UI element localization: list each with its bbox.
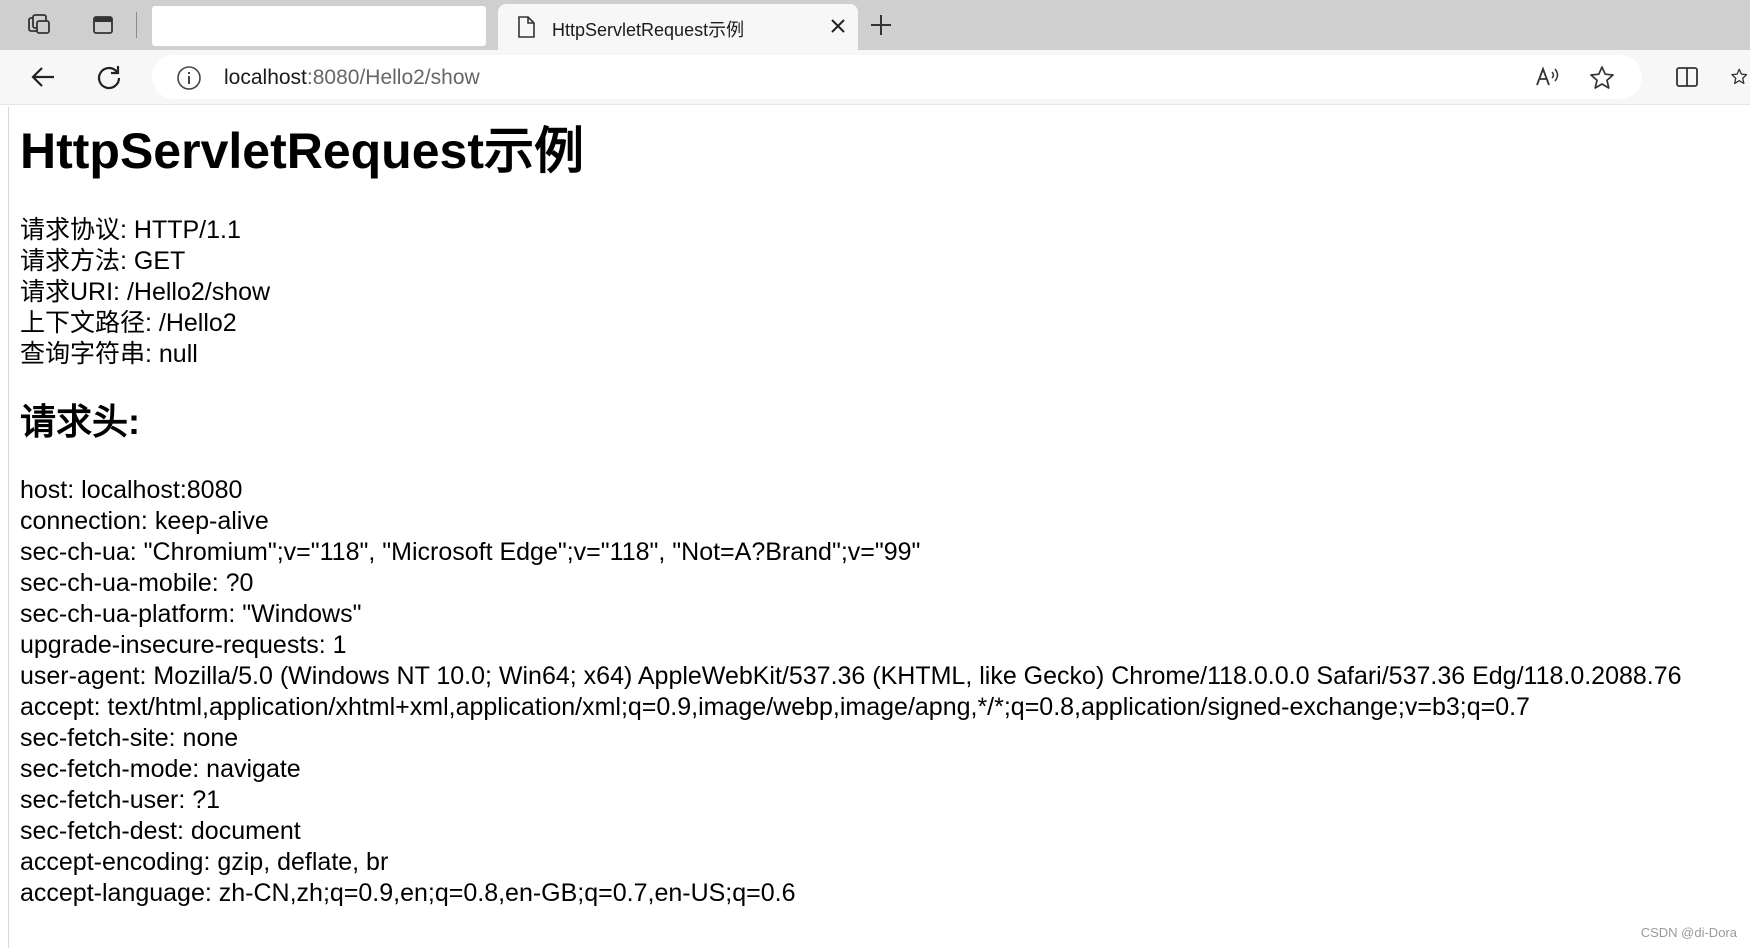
request-headers: host: localhost:8080 connection: keep-al… xyxy=(20,475,1740,909)
toolbar: localhost:8080/Hello2/show xyxy=(0,50,1750,105)
split-screen-icon[interactable] xyxy=(1672,62,1702,92)
header-line: sec-fetch-dest: document xyxy=(20,817,301,846)
info-line: 请求协议: HTTP/1.1 xyxy=(20,216,241,244)
request-info: 请求协议: HTTP/1.1 请求方法: GET 请求URI: /Hello2/… xyxy=(20,215,1740,370)
page-viewport: HttpServletRequest示例 请求协议: HTTP/1.1 请求方法… xyxy=(8,107,1750,948)
info-line: 查询字符串: null xyxy=(20,340,198,368)
tab-strip: HttpServletRequest示例 xyxy=(0,0,1750,50)
url-host: localhost xyxy=(224,66,307,89)
info-line: 请求URI: /Hello2/show xyxy=(20,278,271,306)
blank-tab[interactable] xyxy=(152,6,486,46)
header-line: sec-fetch-site: none xyxy=(20,724,239,753)
header-line: sec-fetch-user: ?1 xyxy=(20,786,221,815)
page-heading: HttpServletRequest示例 xyxy=(20,123,584,179)
close-tab-icon[interactable] xyxy=(826,14,850,38)
info-line: 上下文路径: /Hello2 xyxy=(20,309,237,337)
header-line: accept-language: zh-CN,zh;q=0.9,en;q=0.8… xyxy=(20,879,796,908)
watermark: CSDN @di-Dora xyxy=(1640,925,1737,940)
favorite-star-icon[interactable] xyxy=(1588,64,1616,92)
header-line: upgrade-insecure-requests: 1 xyxy=(20,631,347,660)
page-content: HttpServletRequest示例 请求协议: HTTP/1.1 请求方法… xyxy=(20,107,1740,909)
header-line: host: localhost:8080 xyxy=(20,476,243,505)
refresh-icon[interactable] xyxy=(94,62,124,92)
header-line: accept: text/html,application/xhtml+xml,… xyxy=(20,693,1530,722)
back-icon[interactable] xyxy=(28,62,58,92)
page-icon xyxy=(516,16,536,38)
tab-separator xyxy=(136,12,137,38)
address-bar[interactable]: localhost:8080/Hello2/show xyxy=(152,55,1642,99)
tab-title: HttpServletRequest示例 xyxy=(552,20,745,40)
new-tab-icon[interactable] xyxy=(866,10,896,40)
header-line: connection: keep-alive xyxy=(20,507,269,536)
favorites-icon[interactable] xyxy=(1730,62,1750,92)
header-line: sec-ch-ua-platform: "Windows" xyxy=(20,600,362,629)
info-line: 请求方法: GET xyxy=(20,247,186,275)
headers-heading: 请求头: xyxy=(20,401,140,442)
workspaces-icon[interactable] xyxy=(24,10,54,40)
url-path: :8080/Hello2/show xyxy=(306,66,480,89)
header-line: user-agent: Mozilla/5.0 (Windows NT 10.0… xyxy=(20,662,1682,691)
url-text[interactable]: localhost:8080/Hello2/show xyxy=(224,66,480,90)
header-line: sec-ch-ua-mobile: ?0 xyxy=(20,569,254,598)
read-aloud-icon[interactable] xyxy=(1534,64,1562,90)
header-line: accept-encoding: gzip, deflate, br xyxy=(20,848,389,877)
site-info-icon[interactable] xyxy=(176,65,202,91)
header-line: sec-ch-ua: "Chromium";v="118", "Microsof… xyxy=(20,538,921,567)
header-line: sec-fetch-mode: navigate xyxy=(20,755,301,784)
active-tab[interactable]: HttpServletRequest示例 xyxy=(498,4,858,50)
browser-window: HttpServletRequest示例 localhost:8080/Hell… xyxy=(0,0,1750,948)
tab-actions-icon[interactable] xyxy=(88,10,118,40)
